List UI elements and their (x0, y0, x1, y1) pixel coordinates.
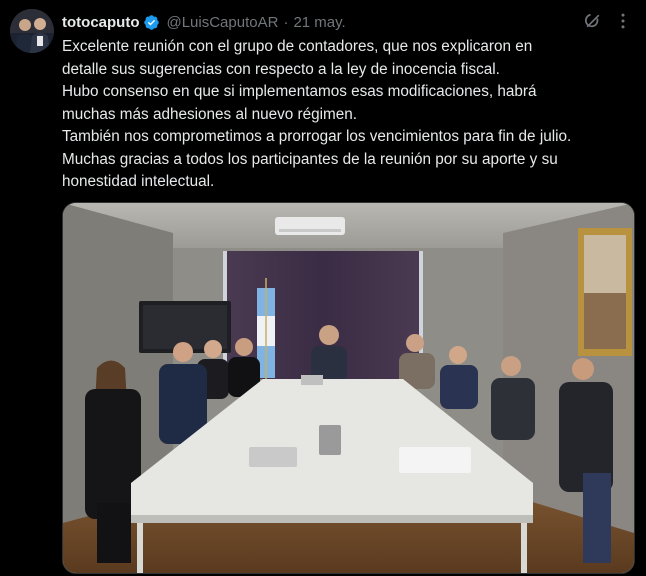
tweet-text-line: muchas más adhesiones al nuevo régimen. (62, 105, 358, 123)
grok-icon[interactable] (582, 10, 604, 32)
tweet-header: totocaputo @LuisCaputoAR · 21 may. (62, 12, 346, 32)
tweet-text-line: También nos comprometimos a prorrogar lo… (62, 128, 572, 145)
tweet-date[interactable]: 21 may. (293, 14, 345, 31)
display-name[interactable]: totocaputo (62, 14, 139, 31)
tweet-text-line: Muchas gracias a todos los participantes… (62, 150, 558, 168)
avatar-image (10, 9, 54, 53)
tweet-text-line: Excelente reunión con el grupo de contad… (62, 38, 533, 55)
tweet-photo[interactable] (62, 202, 635, 574)
tweet-text: Excelente reunión con el grupo de contad… (62, 36, 640, 194)
tweet-text-line: Hubo consenso en que si implementamos es… (62, 83, 537, 100)
avatar[interactable] (10, 9, 54, 53)
meeting-photo (63, 203, 634, 573)
separator-dot: · (283, 13, 289, 31)
more-options-icon[interactable] (612, 10, 634, 32)
verified-badge-icon (143, 14, 160, 31)
user-handle[interactable]: @LuisCaputoAR (166, 14, 278, 31)
tweet-text-line: detalle sus sugerencias con respecto a l… (62, 60, 500, 78)
tweet-text-line: honestidad intelectual. (62, 173, 215, 190)
